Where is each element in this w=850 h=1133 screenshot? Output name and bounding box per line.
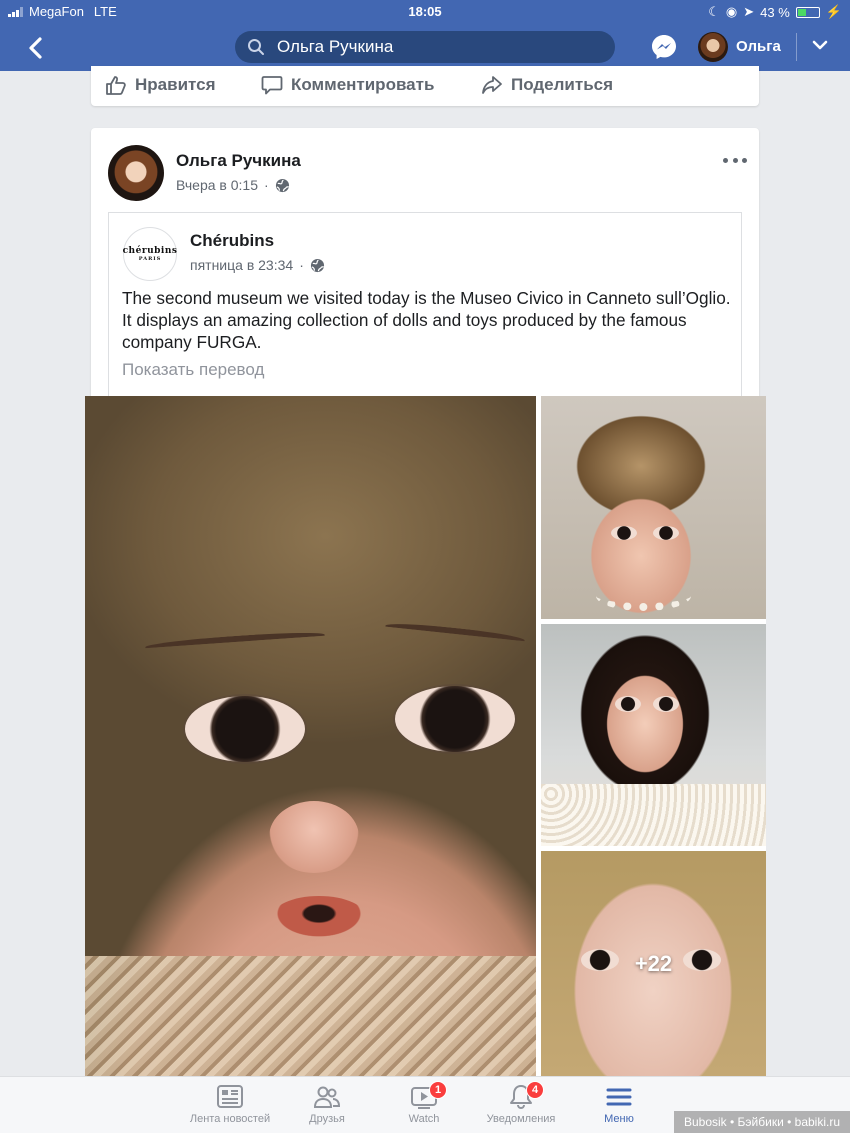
share-button[interactable]: Поделиться <box>481 74 613 96</box>
moon-icon: ☾ <box>708 4 720 19</box>
author-name[interactable]: Ольга Ручкина <box>176 151 301 171</box>
nav-divider <box>796 33 797 61</box>
battery-icon <box>795 6 820 18</box>
menu-icon <box>606 1088 632 1106</box>
globe-icon <box>275 178 289 192</box>
tab-news-feed[interactable]: Лента новостей <box>175 1083 285 1125</box>
profile-name[interactable]: Ольга <box>736 38 781 55</box>
shared-post[interactable]: chérubins PARIS Chérubins пятница в 23:3… <box>108 212 742 402</box>
post-timestamp[interactable]: Вчера в 0:15 <box>176 177 258 193</box>
notification-badge: 1 <box>429 1081 447 1099</box>
page-logo-sub: PARIS <box>138 256 162 262</box>
more-dot <box>742 157 747 163</box>
tab-label: Лента новостей <box>189 1113 271 1125</box>
pearl-necklace <box>596 581 691 611</box>
doll-brow <box>144 629 326 653</box>
page-logo-text: chérubins <box>122 246 178 256</box>
thumbs-up-icon <box>106 76 126 95</box>
tab-notifications[interactable]: Уведомления 4 <box>466 1081 576 1125</box>
messenger-button[interactable] <box>650 33 678 61</box>
tab-label: Меню <box>604 1113 634 1125</box>
search-input[interactable]: Ольга Ручкина <box>235 31 615 63</box>
post-options-button[interactable] <box>723 150 747 170</box>
watermark: Bubosik • Бэйбики • babiki.ru <box>674 1111 850 1133</box>
shared-page-name[interactable]: Chérubins <box>190 231 274 251</box>
lock-rotation-icon: ◉ <box>725 4 738 19</box>
more-dot <box>723 157 728 163</box>
author-avatar[interactable] <box>108 145 164 201</box>
doll-eye <box>653 526 679 540</box>
friends-icon <box>313 1086 341 1108</box>
tab-label: Уведомления <box>486 1113 556 1125</box>
doll-brow <box>384 620 526 646</box>
globe-icon <box>310 258 324 272</box>
photo-main[interactable] <box>85 396 536 1076</box>
back-button[interactable] <box>22 34 50 62</box>
page-logo[interactable]: chérubins PARIS <box>123 227 177 281</box>
shared-meta: пятница в 23:34 · <box>190 257 325 273</box>
more-photos-count: +22 <box>634 950 673 976</box>
share-label: Поделиться <box>511 75 614 94</box>
post-meta: Вчера в 0:15 · <box>176 177 290 193</box>
search-value: Ольга Ручкина <box>277 37 394 56</box>
doll-mouth <box>271 896 367 940</box>
messenger-icon <box>652 35 676 59</box>
tab-watch[interactable]: Watch 1 <box>369 1081 479 1125</box>
like-label: Нравится <box>135 75 216 94</box>
notification-badge: 4 <box>526 1081 544 1099</box>
chevron-left-icon <box>29 37 42 59</box>
search-icon <box>248 39 264 55</box>
battery-percent: 43 % <box>760 4 790 20</box>
account-switcher-button[interactable] <box>810 35 830 55</box>
doll-eye <box>615 696 641 712</box>
comment-label: Комментировать <box>291 75 435 94</box>
doll-eye <box>395 686 515 752</box>
doll-lace-collar <box>85 956 536 1076</box>
photo-thumbnail[interactable] <box>541 624 766 846</box>
tab-label: Watch <box>408 1113 440 1125</box>
show-translation-link[interactable]: Показать перевод <box>122 360 264 380</box>
news-feed-icon <box>217 1085 243 1108</box>
comment-button[interactable]: Комментировать <box>261 74 434 96</box>
tab-menu[interactable]: Меню <box>564 1083 674 1125</box>
previous-post-actions: Нравится Комментировать Поделиться <box>91 66 759 106</box>
post-text: The second museum we visited today is th… <box>122 288 731 352</box>
doll-eye <box>611 526 637 540</box>
status-bar: MegaFon LTE 18:05 ☾ ◉ ➤ 43 % ⚡ <box>0 0 850 24</box>
photo-grid: +22 <box>85 396 766 1076</box>
comment-icon <box>261 76 283 95</box>
doll-eye <box>653 696 679 712</box>
profile-avatar[interactable] <box>698 32 728 62</box>
location-icon: ➤ <box>743 4 755 19</box>
doll-dress <box>541 784 766 846</box>
doll-nose <box>269 801 359 873</box>
photo-thumbnail-more[interactable]: +22 <box>541 851 766 1076</box>
charging-icon: ⚡ <box>825 4 842 19</box>
chevron-down-icon <box>812 40 828 50</box>
shared-timestamp[interactable]: пятница в 23:34 <box>190 257 293 273</box>
tab-friends[interactable]: Друзья <box>272 1083 382 1125</box>
photo-thumbnail[interactable] <box>541 396 766 619</box>
tab-label: Друзья <box>309 1113 345 1125</box>
nav-bar: Ольга Ручкина Ольга <box>0 24 850 71</box>
like-button[interactable]: Нравится <box>105 74 216 96</box>
more-dot <box>732 157 738 163</box>
doll-eye <box>185 696 305 762</box>
share-icon <box>482 76 502 94</box>
